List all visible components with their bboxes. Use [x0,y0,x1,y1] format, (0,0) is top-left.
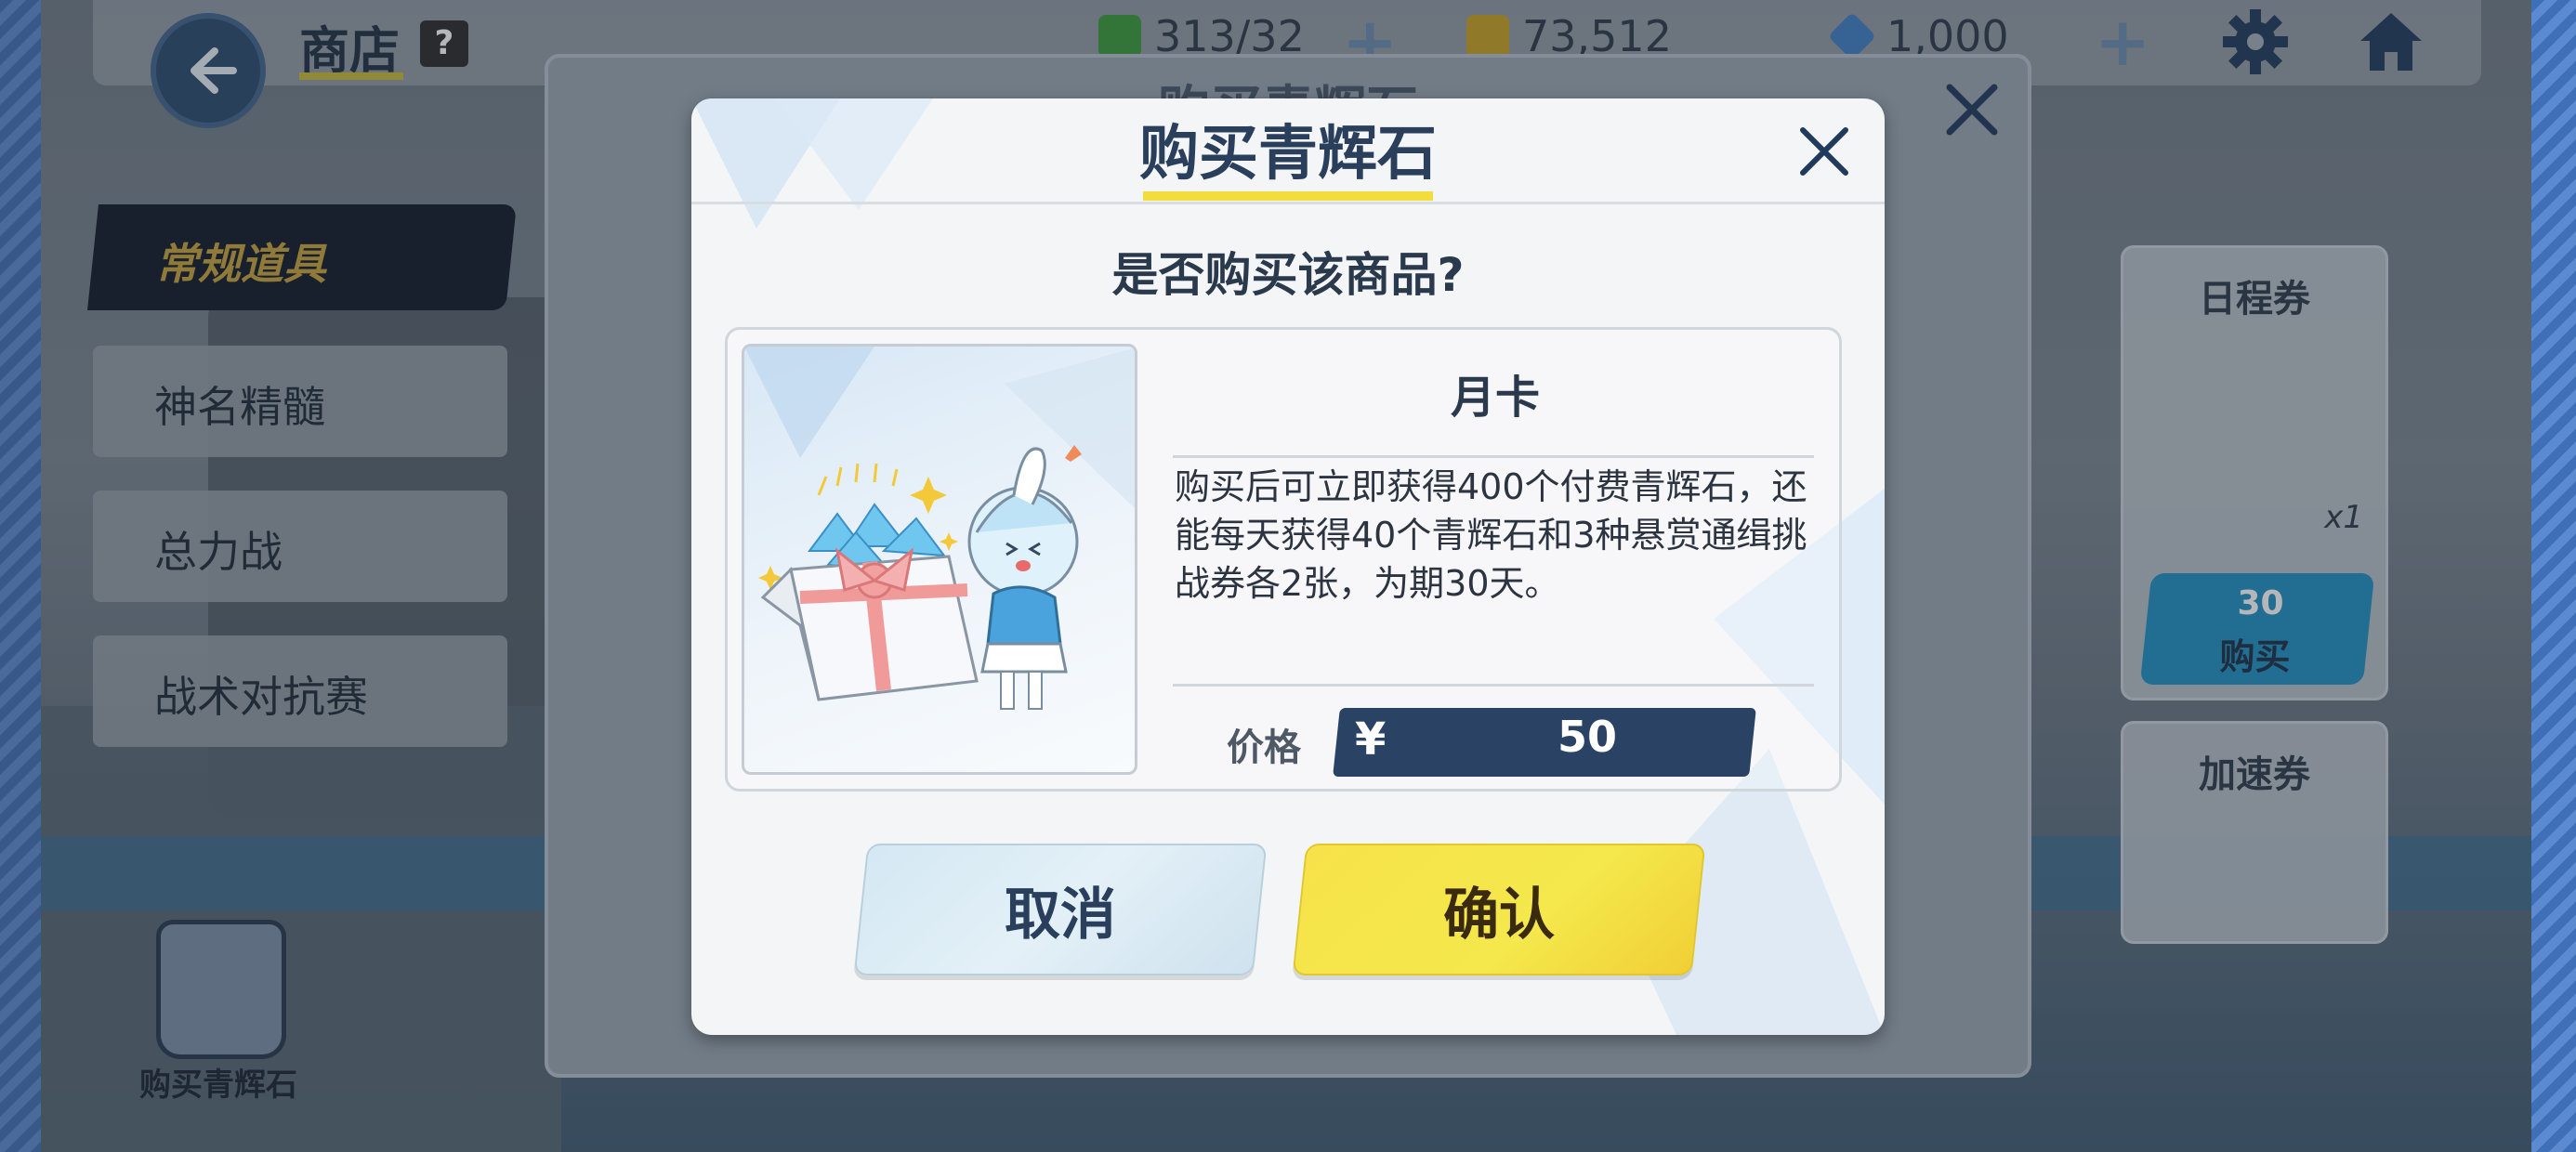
confirm-question: 是否购买该商品? [1111,248,1465,302]
dialog-title-underline [1143,191,1433,201]
price-label: 价格 [1227,727,1301,769]
cancel-button[interactable]: 取消 [853,844,1268,975]
right-border-stripe [2531,0,2576,1152]
item-description: 购买后可立即获得400个付费青辉石，还能每天获得40个青辉石和3种悬赏通缉挑战券… [1175,466,1807,604]
price-value: 50 [1557,712,1617,762]
dialog-title: 购买青辉石 [1139,120,1437,189]
confirm-button[interactable]: 确认 [1292,844,1706,975]
divider [1173,684,1814,687]
gift-box-character-illustration [744,347,1135,710]
divider [1173,455,1814,458]
item-thumbnail [742,344,1137,775]
yen-icon: ¥ [1355,713,1387,766]
item-name: 月卡 [1450,372,1540,424]
close-icon[interactable] [1795,123,1853,180]
purchase-confirm-dialog: 购买青辉石 是否购买该商品? 月卡 购买后可立即获得400个付费青辉石，还能每天… [691,98,1885,1035]
